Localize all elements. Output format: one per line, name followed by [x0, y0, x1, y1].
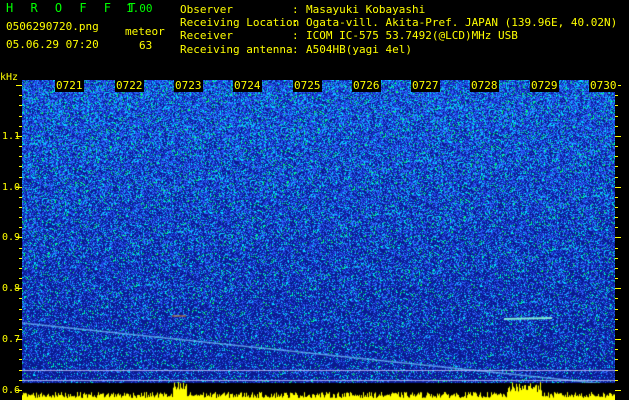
frequency-tick: [615, 390, 621, 391]
frequency-tick: [615, 370, 618, 371]
time-label: 0724: [233, 79, 262, 92]
datetime: 05.06.29 07:20: [6, 38, 99, 51]
meta-label: Observer: [180, 3, 233, 16]
app-title: H R O F F T: [6, 1, 141, 15]
frequency-tick: [615, 187, 621, 188]
spectrogram-plot: [22, 80, 615, 400]
time-label: 0727: [411, 79, 440, 92]
meta-label: Receiver: [180, 29, 233, 43]
meta-value: Masayuki Kobayashi: [306, 3, 426, 16]
frequency-tick: [615, 116, 618, 117]
file-name: 0506290720.png: [6, 20, 99, 33]
time-label: 0722: [115, 79, 144, 92]
frequency-tick: [615, 227, 618, 228]
frequency-tick: [615, 319, 618, 320]
frequency-tick: [615, 349, 618, 350]
station-metadata: Observer : Masayuki Kobayashi Receiving …: [180, 3, 617, 56]
time-label: 0729: [530, 79, 559, 92]
frequency-tick: [615, 288, 621, 289]
meta-value: A504HB(yagi 4el): [306, 42, 412, 56]
right-frequency-axis: [615, 80, 629, 400]
frequency-tick: [615, 217, 618, 218]
frequency-axis: kHz 1.1 1.0 0.9 0.8 0.7 0.6: [0, 72, 22, 400]
frequency-tick: [615, 126, 618, 127]
frequency-tick: [615, 197, 618, 198]
meta-separator: :: [292, 42, 299, 56]
meta-separator: :: [292, 29, 299, 43]
frequency-tick: [615, 278, 618, 279]
time-label: 0723: [174, 79, 203, 92]
time-label: 0730: [589, 79, 618, 92]
meta-label: Receiving antenna: [180, 42, 293, 56]
frequency-tick: [615, 258, 618, 259]
frequency-tick: [615, 207, 618, 208]
frequency-tick: [615, 105, 618, 106]
app-version: 1.00: [126, 2, 153, 15]
frequency-unit-label: kHz: [0, 72, 19, 83]
time-label: 0726: [352, 79, 381, 92]
frequency-tick: [615, 146, 618, 147]
frequency-tick: [615, 136, 621, 137]
mode-value: 63: [139, 39, 153, 52]
frequency-tick: [615, 237, 621, 238]
frequency-tick: [615, 380, 618, 381]
time-label: 0725: [293, 79, 322, 92]
time-label: 0721: [55, 79, 84, 92]
meta-separator: :: [292, 3, 299, 16]
frequency-tick: [615, 339, 621, 340]
frequency-tick: [615, 268, 618, 269]
meta-row-antenna: Receiving antenna : A504HB(yagi 4el): [180, 43, 617, 56]
meta-row-receiver: Receiver : ICOM IC-575 53.7492(@LCD)MHz …: [180, 29, 617, 42]
frequency-tick: [615, 329, 618, 330]
frequency-tick: [615, 177, 618, 178]
spectrogram-canvas: [22, 80, 615, 400]
meta-value: Ogata-vill. Akita-Pref. JAPAN (139.96E, …: [306, 16, 618, 30]
frequency-tick: [615, 309, 618, 310]
mode-label: meteor: [125, 25, 165, 38]
frequency-tick: [615, 156, 618, 157]
meta-value: ICOM IC-575 53.7492(@LCD)MHz USB: [306, 29, 518, 43]
frequency-tick: [615, 166, 618, 167]
frequency-tick: [615, 359, 618, 360]
meta-separator: :: [292, 16, 299, 30]
frequency-tick: [615, 298, 618, 299]
meta-row-observer: Observer : Masayuki Kobayashi: [180, 3, 617, 16]
time-label: 0728: [470, 79, 499, 92]
meta-row-location: Receiving Location : Ogata-vill. Akita-P…: [180, 16, 617, 29]
frequency-tick: [615, 248, 618, 249]
meta-label: Receiving Location: [180, 16, 300, 30]
frequency-tick: [615, 95, 618, 96]
